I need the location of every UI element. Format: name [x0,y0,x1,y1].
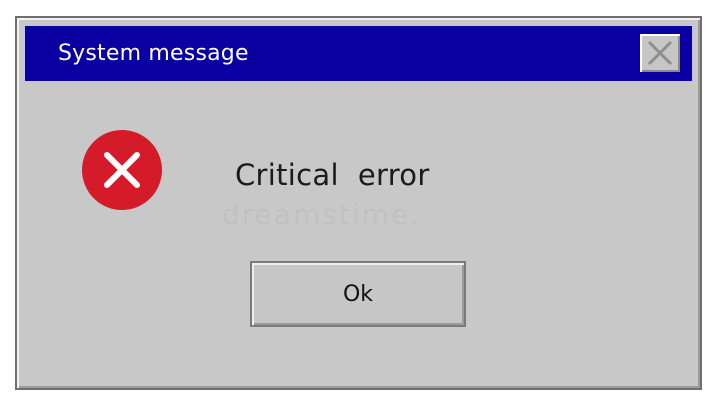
titlebar: System message [25,26,692,81]
system-message-dialog: System message Critical error dreamstime… [15,16,702,390]
close-icon [647,40,673,66]
watermark: dreamstime. [222,198,422,231]
error-message: Critical error [235,158,430,192]
error-icon [80,128,164,212]
ok-button[interactable]: Ok [250,261,466,327]
close-button[interactable] [640,34,680,72]
dialog-title: System message [58,41,249,66]
